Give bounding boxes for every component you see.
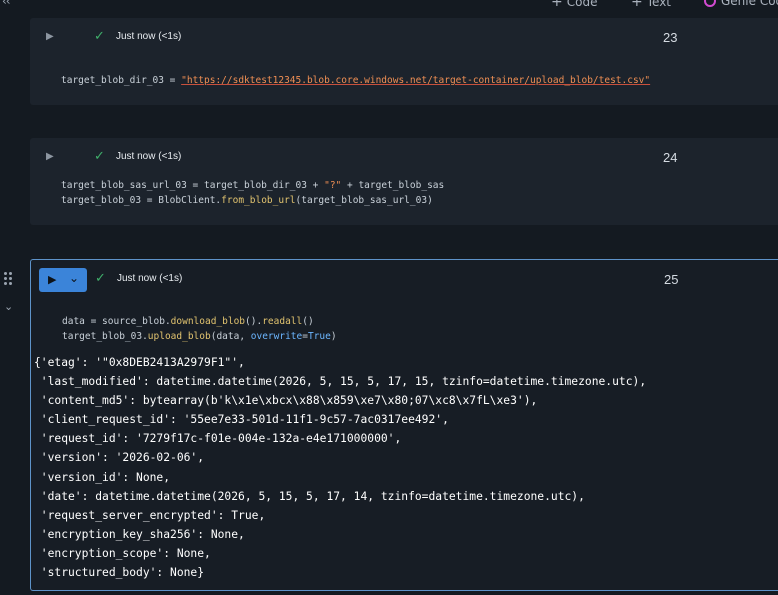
cell-header: ▶ ⌄ ✓ Just now (<1s) 25 <box>31 260 778 300</box>
add-code-button[interactable]: + Code <box>551 0 597 10</box>
add-code-label: Code <box>566 0 598 9</box>
add-text-button[interactable]: + Text <box>631 0 671 10</box>
code-token: + target_blob_sas <box>341 180 445 191</box>
output-line: 'version': '2026-02-06', <box>34 451 205 465</box>
code-token: (target_blob_sas_url_03) <box>295 195 433 206</box>
success-check-icon: ✓ <box>94 29 105 44</box>
success-check-icon: ✓ <box>94 149 105 164</box>
run-cell-button[interactable]: ▶ <box>46 151 54 162</box>
notebook-page: ‹‹ +Code +Text Genie Code ▶ ✓ Just now (… <box>0 0 778 595</box>
code-token: data = source_blob. <box>62 316 171 327</box>
plus-icon: + <box>551 0 563 10</box>
output-line: 'client_request_id': '55ee7e33-501d-11f1… <box>34 413 449 427</box>
code-function: download_blob <box>170 316 246 327</box>
notebook-cell[interactable]: ▶ ✓ Just now (<1s) 24 target_blob_sas_ur… <box>30 138 778 225</box>
output-line: 'encryption_key_sha256': None, <box>34 527 245 541</box>
code-token: (). <box>245 316 263 327</box>
notebook-cell-active[interactable]: ▶ ⌄ ✓ Just now (<1s) 25 data = source_bl… <box>30 259 778 591</box>
output-line: {'etag': '"0x8DEB2413A2979F1"', <box>34 356 245 369</box>
code-token: ) <box>330 331 337 342</box>
output-line: 'content_md5': bytearray(b'k\x1e\xbcx\x8… <box>34 394 538 408</box>
output-line: 'structured_body': None} <box>34 566 205 580</box>
output-line: 'encryption_scope': None, <box>34 546 211 560</box>
collapse-chevrons-icon[interactable]: ‹‹ <box>2 0 11 8</box>
cell-number: 25 <box>664 272 679 287</box>
genie-code-button[interactable]: Genie Code <box>704 0 778 8</box>
code-token: (data, <box>210 331 251 342</box>
output-line: 'date': datetime.datetime(2026, 5, 15, 5… <box>34 489 585 503</box>
cell-number: 23 <box>663 30 678 45</box>
code-editor[interactable]: data = source_blob.download_blob().reada… <box>62 314 337 344</box>
output-line: 'version_id': None, <box>34 470 171 484</box>
code-token: target_blob_sas_url_03 = target_blob_dir… <box>61 180 325 191</box>
chevron-down-icon[interactable]: ⌄ <box>69 271 79 285</box>
code-token: target_blob_03. <box>62 331 148 342</box>
plus-icon: + <box>631 0 643 10</box>
output-line: 'request_server_encrypted': True, <box>34 508 266 522</box>
cell-status: Just now (<1s) <box>117 273 183 284</box>
code-function: from_blob_url <box>221 195 296 206</box>
code-token: () <box>302 316 314 327</box>
cell-status: Just now (<1s) <box>116 151 182 162</box>
play-icon[interactable]: ▶ <box>48 273 56 286</box>
notebook-toolbar: ‹‹ +Code +Text Genie Code <box>0 0 778 10</box>
genie-icon <box>704 0 716 7</box>
cell-header: ▶ ✓ Just now (<1s) 23 <box>30 18 778 58</box>
notebook-cell[interactable]: ▶ ✓ Just now (<1s) 23 target_blob_dir_03… <box>30 18 778 105</box>
code-string: "?" <box>324 180 342 191</box>
code-editor[interactable]: target_blob_sas_url_03 = target_blob_dir… <box>61 178 444 208</box>
drag-handle-icon[interactable] <box>4 272 14 286</box>
success-check-icon: ✓ <box>95 271 106 286</box>
output-line: 'request_id': '7279f17c-f01e-004e-132a-e… <box>34 432 402 446</box>
code-function: readall <box>262 316 303 327</box>
code-keyword: True <box>307 331 331 342</box>
code-token: target_blob_dir_03 <box>61 75 164 86</box>
run-cell-button[interactable]: ▶ <box>46 31 54 42</box>
code-keyword: overwrite <box>250 331 303 342</box>
cell-status: Just now (<1s) <box>116 31 182 42</box>
run-cell-split-button[interactable]: ▶ ⌄ <box>39 268 87 292</box>
code-function: upload_blob <box>147 331 211 342</box>
code-token: = <box>163 75 182 86</box>
collapse-cell-chevron-icon[interactable]: ⌄ <box>4 300 13 313</box>
cell-number: 24 <box>663 150 678 165</box>
code-token: target_blob_03 = BlobClient. <box>61 195 222 206</box>
cell-header: ▶ ✓ Just now (<1s) 24 <box>30 138 778 178</box>
code-string: "https://sdktest12345.blob.core.windows.… <box>181 75 651 86</box>
code-editor[interactable]: target_blob_dir_03 = "https://sdktest123… <box>61 73 650 88</box>
output-line: 'last_modified': datetime.datetime(2026,… <box>34 375 647 389</box>
add-text-label: Text <box>646 0 672 9</box>
cell-output: {'etag': '"0x8DEB2413A2979F1"', 'last_mo… <box>34 353 646 582</box>
genie-code-label: Genie Code <box>721 0 778 8</box>
